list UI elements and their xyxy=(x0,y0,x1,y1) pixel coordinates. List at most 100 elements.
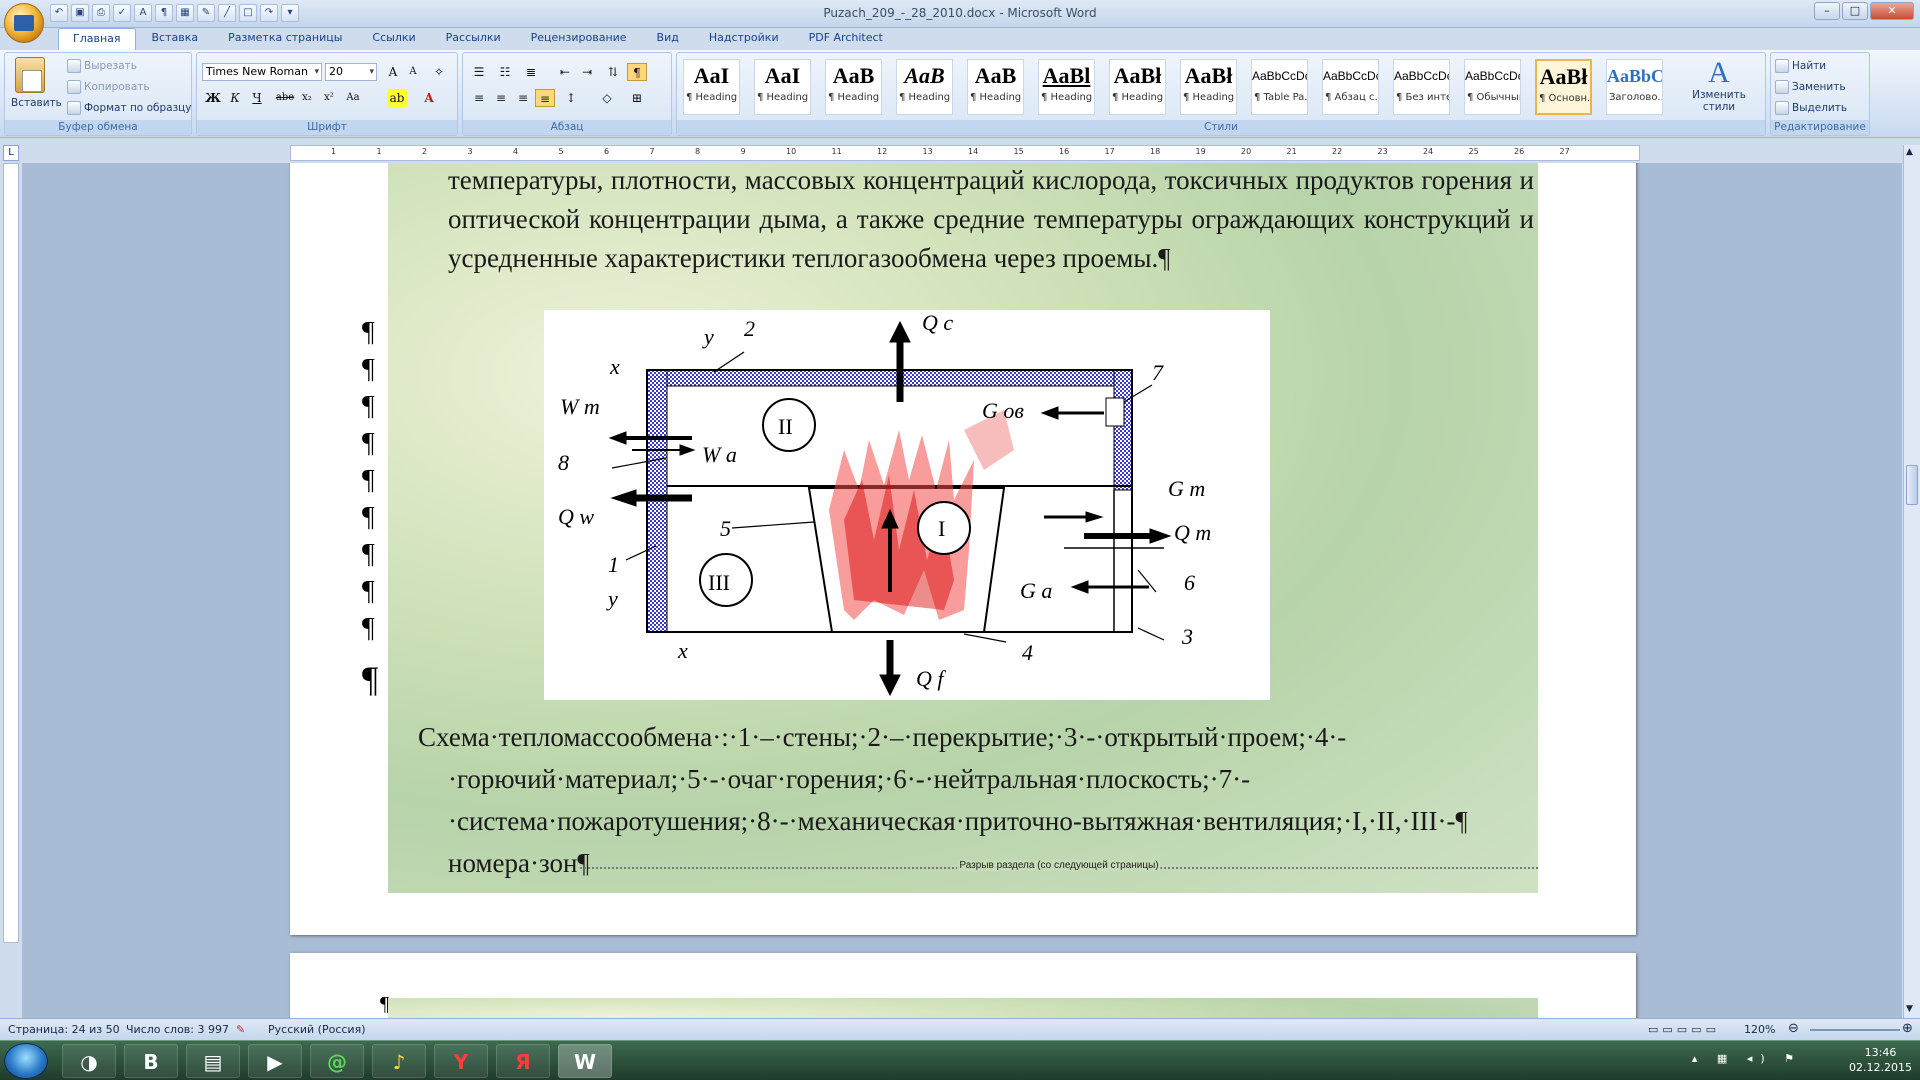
style-14[interactable]: AaBbC Заголово... xyxy=(1606,59,1663,115)
clear-format-icon[interactable]: ✧ xyxy=(429,63,449,81)
taskbar-music-icon[interactable]: ♪ xyxy=(372,1044,426,1078)
vertical-ruler[interactable] xyxy=(3,163,19,943)
superscript-button[interactable]: x² xyxy=(319,89,339,107)
show-marks-button[interactable]: ¶ xyxy=(627,63,647,81)
bold-button[interactable]: Ж xyxy=(203,89,223,107)
align-left-button[interactable]: ≡ xyxy=(469,89,489,107)
italic-button[interactable]: К xyxy=(225,89,245,107)
taskbar-vk[interactable]: B xyxy=(124,1044,178,1078)
taskbar-mail-icon[interactable]: @ xyxy=(310,1044,364,1078)
tab-addins[interactable]: Надстройки xyxy=(695,28,793,50)
subscript-button[interactable]: x₂ xyxy=(297,89,317,107)
format-painter-button[interactable]: Формат по образцу xyxy=(67,101,192,115)
tab-mailings[interactable]: Рассылки xyxy=(432,28,515,50)
align-center-button[interactable]: ≡ xyxy=(491,89,511,107)
select-button[interactable]: Выделить xyxy=(1775,101,1847,115)
font-color-button[interactable]: A xyxy=(419,89,439,107)
font-size-select[interactable]: 20 xyxy=(325,63,377,81)
tab-view[interactable]: Вид xyxy=(643,28,693,50)
heat-mass-exchange-figure[interactable]: y 2 Q c x 7 W m II G ов 8 W a G m Q w I … xyxy=(544,310,1270,700)
change-styles-button[interactable]: A Изменить стили xyxy=(1683,57,1755,114)
taskbar-word-icon[interactable]: W xyxy=(558,1044,612,1078)
taskbar-media-icon[interactable]: ▶ xyxy=(248,1044,302,1078)
decrease-indent-button[interactable]: ⇤ xyxy=(555,63,575,81)
style-10[interactable]: AaBbCcDc ¶ Абзац с... xyxy=(1322,59,1379,115)
office-button[interactable] xyxy=(4,3,44,43)
style-6[interactable]: AaBl ¶ Heading 6 xyxy=(1038,59,1095,115)
justify-button[interactable]: ≡ xyxy=(535,89,555,107)
numbering-button[interactable]: ☷ xyxy=(495,63,515,81)
underline-button[interactable]: Ч xyxy=(247,89,267,107)
zoom-level[interactable]: 120% xyxy=(1744,1023,1775,1036)
word-count[interactable]: Число слов: 3 997 xyxy=(126,1023,229,1036)
vertical-scrollbar[interactable]: ▲ ▼ xyxy=(1903,145,1920,1018)
line-spacing-button[interactable]: ↕ xyxy=(561,89,581,107)
style-1[interactable]: AaI ¶ Heading 1 xyxy=(683,59,740,115)
style-13[interactable]: AaBł ¶ Основн... xyxy=(1535,59,1592,115)
zoom-slider[interactable] xyxy=(1810,1029,1900,1031)
strike-button[interactable]: abe xyxy=(275,89,295,107)
taskbar-explorer-icon[interactable]: ▤ xyxy=(186,1044,240,1078)
highlight-button[interactable]: ab xyxy=(387,89,407,107)
style-2[interactable]: AaI ¶ Heading 2 xyxy=(754,59,811,115)
window-title: Puzach_209_-_28_2010.docx - Microsoft Wo… xyxy=(823,6,1097,20)
style-4[interactable]: AaB ¶ Heading 4 xyxy=(896,59,953,115)
tab-selector[interactable]: L xyxy=(3,145,19,161)
tray-icons[interactable]: ▴ ▦ ◂) ⚑ xyxy=(1692,1051,1802,1066)
cut-button[interactable]: Вырезать xyxy=(67,59,137,73)
view-buttons[interactable]: ▭▭▭▭▭ xyxy=(1648,1023,1720,1036)
proofing-icon[interactable]: ✎ xyxy=(236,1023,245,1036)
find-button[interactable]: Найти xyxy=(1775,59,1826,73)
tab-insert[interactable]: Вставка xyxy=(138,28,213,50)
style-11[interactable]: AaBbCcDc ¶ Без инте... xyxy=(1393,59,1450,115)
maximize-button[interactable]: □ xyxy=(1842,2,1868,20)
horizontal-ruler[interactable]: 1 1 2 3 4 5 6 7 8 9 10 11 12 13 14 15 16 17 18 19 20 21 22 23 24… xyxy=(290,145,1640,161)
copy-button[interactable]: Копировать xyxy=(67,80,150,94)
style-name: ¶ Table Pa... xyxy=(1254,92,1308,103)
paragraph-group: ☰ ☷ ≣ ⇤ ⇥ ⇅ ¶ ≡ ≡ ≡ ≡ ↕ ◇ ⊞ Абзац xyxy=(462,52,672,136)
language[interactable]: Русский (Россия) xyxy=(268,1023,366,1036)
scroll-up-icon[interactable]: ▲ xyxy=(1906,147,1913,157)
sort-button[interactable]: ⇅ xyxy=(603,63,623,81)
shading-button[interactable]: ◇ xyxy=(597,89,617,107)
multilevel-button[interactable]: ≣ xyxy=(521,63,541,81)
paste-icon[interactable] xyxy=(15,57,45,93)
tab-pdf-architect[interactable]: PDF Architect xyxy=(795,28,897,50)
style-9[interactable]: AaBbCcDc ¶ Table Pa... xyxy=(1251,59,1308,115)
clock-time[interactable]: 13:46 xyxy=(1849,1045,1912,1060)
grow-font-button[interactable]: A xyxy=(383,63,403,81)
style-7[interactable]: AaBł ¶ Heading 7 xyxy=(1109,59,1166,115)
tab-references[interactable]: Ссылки xyxy=(358,28,429,50)
borders-button[interactable]: ⊞ xyxy=(627,89,647,107)
style-5[interactable]: AaB ¶ Heading 5 xyxy=(967,59,1024,115)
zoom-in-icon[interactable]: ⊕ xyxy=(1902,1021,1913,1036)
start-button[interactable] xyxy=(4,1043,48,1079)
align-right-button[interactable]: ≡ xyxy=(513,89,533,107)
style-8[interactable]: AaBł ¶ Heading 8 xyxy=(1180,59,1237,115)
label-x-left: x xyxy=(609,354,620,379)
close-button[interactable]: ✕ xyxy=(1870,2,1914,20)
tab-home[interactable]: Главная xyxy=(58,28,136,50)
shrink-font-button[interactable]: A xyxy=(403,63,423,81)
clock-date[interactable]: 02.12.2015 xyxy=(1849,1060,1912,1075)
tab-page-layout[interactable]: Разметка страницы xyxy=(214,28,356,50)
change-case-button[interactable]: Aa xyxy=(343,89,363,107)
increase-indent-button[interactable]: ⇥ xyxy=(577,63,597,81)
taskbar-yandex-browser-icon[interactable]: Y xyxy=(434,1044,488,1078)
editing-group-label: Редактирование xyxy=(1771,120,1869,135)
replace-button[interactable]: Заменить xyxy=(1775,80,1846,94)
page-count[interactable]: Страница: 24 из 50 xyxy=(8,1023,120,1036)
font-name-select[interactable]: Times New Roman xyxy=(202,63,322,81)
scroll-down-icon[interactable]: ▼ xyxy=(1906,1004,1913,1014)
scroll-thumb[interactable] xyxy=(1906,465,1918,505)
tab-review[interactable]: Рецензирование xyxy=(517,28,641,50)
paste-button[interactable]: Вставить xyxy=(11,97,62,109)
zoom-out-icon[interactable]: ⊖ xyxy=(1788,1021,1799,1036)
taskbar-yandex[interactable]: Я xyxy=(496,1044,550,1078)
document-area[interactable]: температуры, плотности, массовых концент… xyxy=(22,163,1902,1018)
minimize-button[interactable]: – xyxy=(1814,2,1840,20)
taskbar-volume-app[interactable]: ◑ xyxy=(62,1044,116,1078)
style-12[interactable]: AaBbCcDc ¶ Обычный xyxy=(1464,59,1521,115)
bullets-button[interactable]: ☰ xyxy=(469,63,489,81)
style-3[interactable]: AaB ¶ Heading 3 xyxy=(825,59,882,115)
